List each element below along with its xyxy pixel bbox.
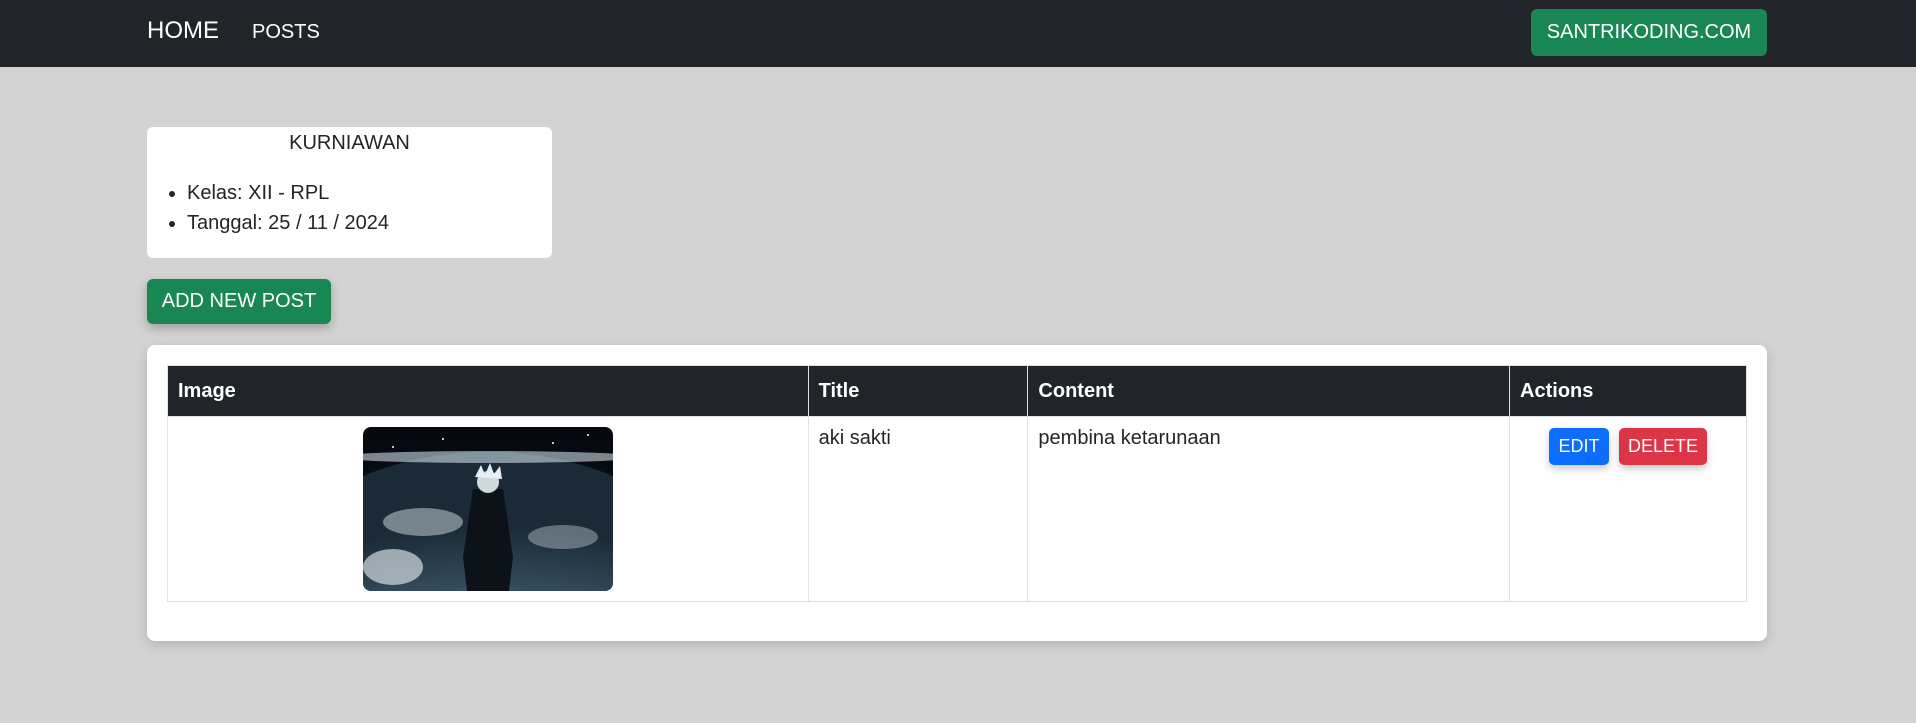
post-image [362, 427, 613, 591]
actions-cell: EDIT DELETE [1509, 416, 1747, 602]
posts-table-card: Image Title Content Actions aki sakti pe… [147, 345, 1767, 641]
post-image-graphic [362, 427, 613, 591]
nav-home-link[interactable]: HOME [147, 16, 219, 46]
delete-button[interactable]: DELETE [1619, 428, 1708, 465]
table-row: aki sakti pembina ketarunaan EDIT DELETE [167, 416, 1747, 602]
header-actions: Actions [1509, 365, 1747, 417]
actions-group: EDIT DELETE [1520, 427, 1736, 465]
profile-details-list: Kelas: XII - RPL Tanggal: 25 / 11 / 2024 [187, 178, 389, 238]
add-new-post-button[interactable]: ADD NEW POST [147, 279, 331, 324]
header-content: Content [1027, 365, 1511, 417]
profile-card: KURNIAWAN Kelas: XII - RPL Tanggal: 25 /… [147, 127, 552, 258]
content-cell: pembina ketarunaan [1027, 416, 1511, 602]
edit-button[interactable]: EDIT [1549, 428, 1610, 465]
profile-name: KURNIAWAN [289, 132, 410, 154]
image-cell [167, 416, 809, 602]
table-header-row: Image Title Content Actions [167, 365, 1747, 417]
profile-date-item: Tanggal: 25 / 11 / 2024 [187, 208, 389, 238]
header-title: Title [807, 365, 1029, 417]
profile-class-item: Kelas: XII - RPL [187, 178, 389, 208]
header-image: Image [167, 365, 809, 417]
santrikoding-button[interactable]: SANTRIKODING.COM [1531, 9, 1767, 56]
nav-posts-link[interactable]: POSTS [252, 20, 320, 44]
navbar: HOME POSTS SANTRIKODING.COM [0, 0, 1916, 67]
title-cell: aki sakti [807, 416, 1029, 602]
posts-table: Image Title Content Actions aki sakti pe… [167, 365, 1747, 602]
